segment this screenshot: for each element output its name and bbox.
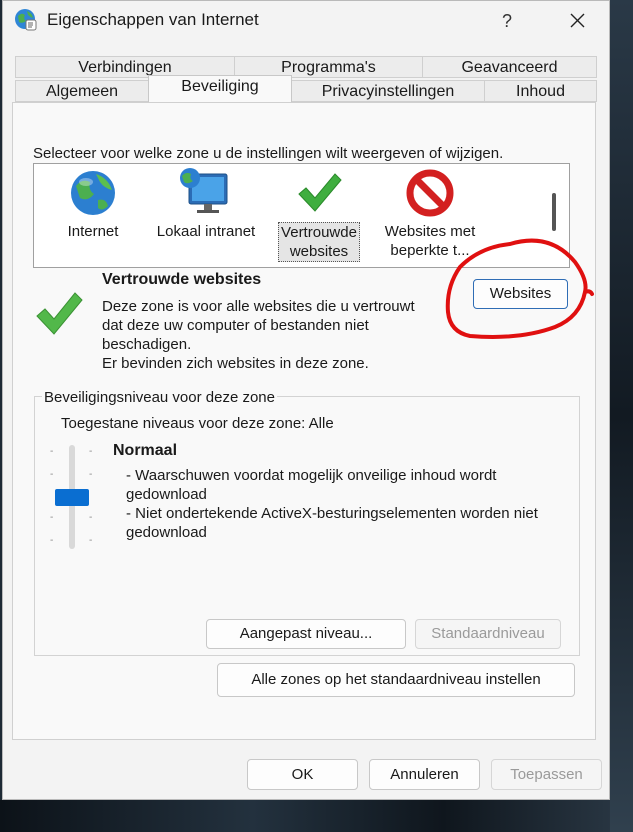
selected-zone-description: Deze zone is voor alle websites die u ve… <box>102 297 462 373</box>
security-level-legend: Beveiligingsniveau voor deze zone <box>42 389 277 406</box>
globe-icon <box>71 171 115 215</box>
tab-row-1: Verbindingen Programma's Geavanceerd <box>15 56 597 78</box>
level-desc-line: - Niet ondertekende ActiveX-besturingsel… <box>126 505 538 522</box>
slider-tick: - <box>89 469 93 480</box>
zone-desc-line: Er bevinden zich websites in deze zone. <box>102 355 369 372</box>
level-desc-line: gedownload <box>126 524 207 541</box>
tab-row-2: Algemeen Beveiliging Privacyinstellingen… <box>15 75 597 102</box>
ok-button[interactable]: OK <box>247 759 358 790</box>
tab-geavanceerd[interactable]: Geavanceerd <box>422 56 597 78</box>
trusted-check-icon <box>36 292 83 335</box>
zone-vertrouwde-label-line1: Vertrouwde <box>281 224 357 241</box>
slider-tick: - <box>50 446 54 457</box>
apply-button[interactable]: Toepassen <box>491 759 602 790</box>
custom-level-button[interactable]: Aangepast niveau... <box>206 619 406 649</box>
zone-desc-line: Deze zone is voor alle websites die u ve… <box>102 298 415 315</box>
security-level-slider-thumb[interactable] <box>55 488 89 506</box>
desktop-background-right <box>610 0 633 832</box>
monitor-globe-icon <box>180 168 228 213</box>
zone-internet[interactable]: Internet <box>54 164 132 241</box>
tab-algemeen[interactable]: Algemeen <box>15 80 149 102</box>
security-level-description: - Waarschuwen voordat mogelijk onveilige… <box>126 466 576 542</box>
zone-lokaal-intranet[interactable]: Lokaal intranet <box>146 164 266 241</box>
zone-desc-line: dat deze uw computer of bestanden niet <box>102 317 369 334</box>
zone-lokaal-intranet-label: Lokaal intranet <box>156 223 256 240</box>
prohibited-icon <box>406 169 454 217</box>
zone-instruction: Selecteer voor welke zone u de instellin… <box>33 145 504 162</box>
tab-privacyinstellingen[interactable]: Privacyinstellingen <box>291 80 485 102</box>
allowed-levels-text: Toegestane niveaus voor deze zone: Alle <box>61 415 334 432</box>
slider-tick: - <box>50 535 54 546</box>
close-button[interactable] <box>555 5 599 37</box>
window-title: Eigenschappen van Internet <box>47 10 259 29</box>
cancel-button[interactable]: Annuleren <box>369 759 480 790</box>
desktop-background <box>0 800 633 832</box>
red-annotation-circle <box>445 238 594 339</box>
help-button[interactable]: ? <box>487 5 527 37</box>
slider-tick: - <box>89 512 93 523</box>
slider-tick: - <box>89 535 93 546</box>
tab-beveiliging[interactable]: Beveiliging <box>148 75 292 102</box>
level-desc-line: - Waarschuwen voordat mogelijk onveilige… <box>126 467 497 484</box>
close-icon <box>570 13 585 28</box>
selected-zone-title: Vertrouwde websites <box>102 271 262 288</box>
zone-list-scrollbar[interactable] <box>552 193 556 231</box>
slider-tick: - <box>89 446 93 457</box>
zone-vertrouwde-label-line2: websites <box>289 243 349 260</box>
check-icon <box>298 173 342 212</box>
zone-desc-line: beschadigen. <box>102 336 192 353</box>
default-level-button[interactable]: Standaardniveau <box>415 619 561 649</box>
tab-inhoud[interactable]: Inhoud <box>484 80 597 102</box>
level-desc-line: gedownload <box>126 486 207 503</box>
security-level-name: Normaal <box>113 442 178 459</box>
zone-vertrouwde-websites[interactable]: Vertrouwde websites <box>274 164 364 262</box>
internet-options-icon <box>15 9 37 31</box>
slider-tick: - <box>50 469 54 480</box>
zone-vertrouwde-label: Vertrouwde websites <box>278 222 360 262</box>
reset-all-zones-button[interactable]: Alle zones op het standaardniveau instel… <box>217 663 575 697</box>
zone-internet-label: Internet <box>67 223 119 240</box>
slider-tick: - <box>50 512 54 523</box>
title-bar: Eigenschappen van Internet ? <box>3 1 609 41</box>
